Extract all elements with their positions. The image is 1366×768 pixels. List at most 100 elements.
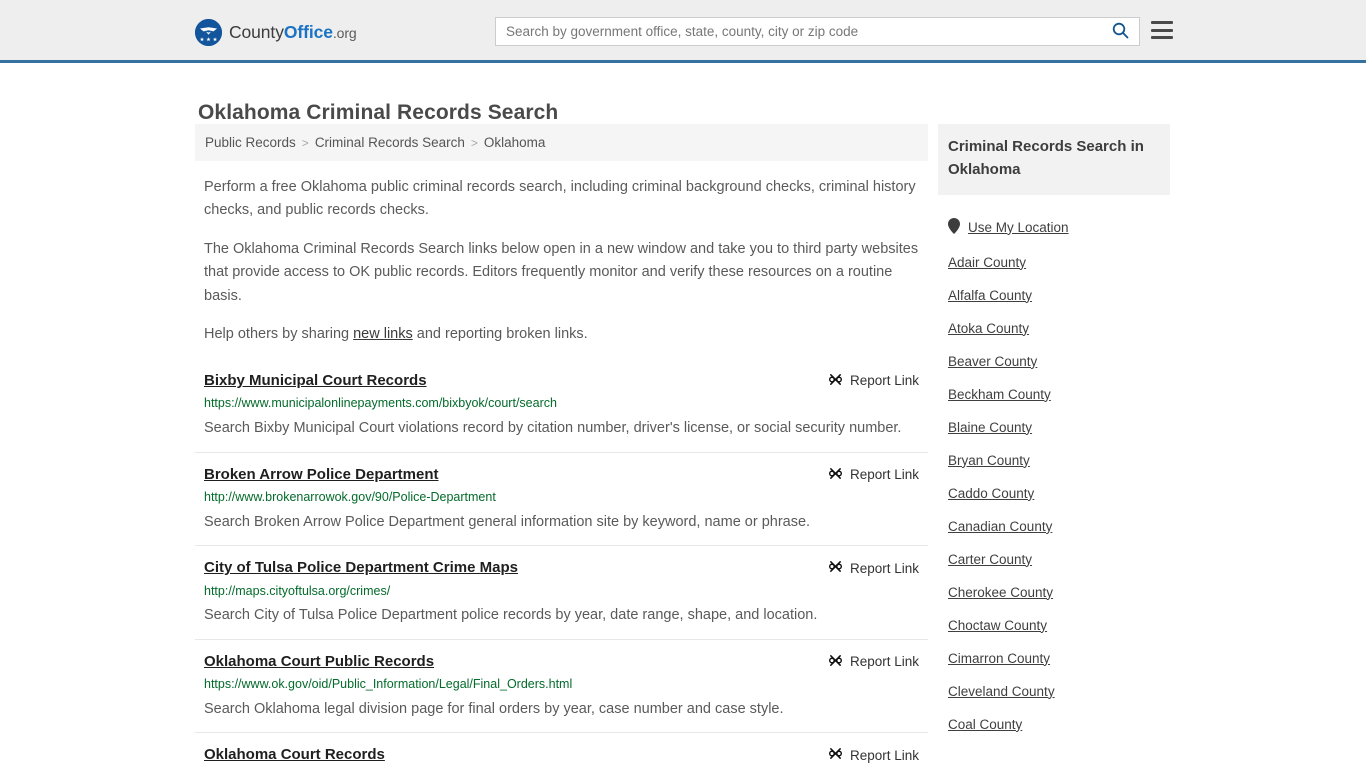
- result-url[interactable]: http://www.brokenarrowok.gov/90/Police-D…: [204, 490, 919, 506]
- result-description: Search Bixby Municipal Court violations …: [204, 420, 902, 437]
- county-link[interactable]: Coal County: [948, 717, 1022, 732]
- sidebar-item-use-my-location[interactable]: Use My Location: [938, 209, 1170, 246]
- result-item: Bixby Municipal Court Records Report Lin…: [195, 371, 928, 452]
- intro-paragraph-2: The Oklahoma Criminal Records Search lin…: [204, 240, 919, 304]
- county-link[interactable]: Bryan County: [948, 453, 1030, 468]
- result-item: City of Tulsa Police Department Crime Ma…: [195, 545, 928, 639]
- result-url[interactable]: http://maps.cityoftulsa.org/crimes/: [204, 584, 919, 600]
- county-link[interactable]: Atoka County: [948, 321, 1029, 336]
- intro-p3-suffix: and reporting broken links.: [412, 326, 588, 343]
- sidebar-item-county[interactable]: Caddo County: [938, 477, 1170, 510]
- search-button[interactable]: [1101, 18, 1139, 45]
- eagle-shield-logo-icon: [195, 19, 222, 46]
- sidebar-item-county[interactable]: Cleveland County: [938, 675, 1170, 708]
- result-header: City of Tulsa Police Department Crime Ma…: [204, 558, 919, 578]
- hamburger-menu-icon[interactable]: [1151, 21, 1173, 39]
- use-my-location-link[interactable]: Use My Location: [968, 220, 1069, 235]
- result-item: Oklahoma Court Records Report Link http:…: [195, 732, 928, 768]
- sidebar-item-county[interactable]: Adair County: [938, 246, 1170, 279]
- sidebar-item-county[interactable]: Beckham County: [938, 378, 1170, 411]
- main-content: Public Records > Criminal Records Search…: [195, 124, 928, 768]
- result-title-link[interactable]: City of Tulsa Police Department Crime Ma…: [204, 558, 518, 578]
- county-link[interactable]: Beaver County: [948, 354, 1037, 369]
- intro-paragraph-3: Help others by sharing new links and rep…: [204, 323, 919, 346]
- logo-wordmark: CountyOffice.org: [229, 22, 357, 43]
- logo-text-org: .org: [332, 25, 357, 41]
- breadcrumb-separator-icon: >: [470, 135, 478, 150]
- county-link[interactable]: Choctaw County: [948, 618, 1047, 633]
- result-header: Oklahoma Court Records Report Link: [204, 745, 919, 765]
- broken-link-icon: [828, 746, 843, 764]
- report-link-button[interactable]: Report Link: [828, 559, 919, 577]
- result-header: Oklahoma Court Public Records Report Lin…: [204, 652, 919, 672]
- result-title-link[interactable]: Bixby Municipal Court Records: [204, 371, 427, 391]
- intro-section: Perform a free Oklahoma public criminal …: [195, 176, 928, 347]
- county-link[interactable]: Cimarron County: [948, 651, 1050, 666]
- breadcrumb: Public Records > Criminal Records Search…: [195, 124, 928, 161]
- sidebar-item-county[interactable]: Blaine County: [938, 411, 1170, 444]
- result-url[interactable]: https://www.ok.gov/oid/Public_Informatio…: [204, 677, 919, 693]
- county-link[interactable]: Blaine County: [948, 420, 1032, 435]
- broken-link-icon: [828, 372, 843, 390]
- intro-p3-prefix: Help others by sharing: [204, 326, 354, 343]
- breadcrumb-separator-icon: >: [301, 135, 309, 150]
- county-link[interactable]: Cleveland County: [948, 684, 1055, 699]
- result-description: Search Broken Arrow Police Department ge…: [204, 513, 811, 530]
- logo-text-office: Office: [283, 22, 333, 42]
- search-bar: [495, 17, 1140, 46]
- report-link-label: Report Link: [849, 467, 919, 483]
- sidebar-item-county[interactable]: Alfalfa County: [938, 279, 1170, 312]
- county-link[interactable]: Adair County: [948, 255, 1026, 270]
- result-description: Search City of Tulsa Police Department p…: [204, 607, 818, 624]
- search-input[interactable]: [496, 18, 1101, 45]
- result-title-link[interactable]: Oklahoma Court Records: [204, 745, 385, 765]
- site-header: CountyOffice.org: [0, 0, 1366, 63]
- results-list: Bixby Municipal Court Records Report Lin…: [195, 371, 928, 768]
- intro-paragraph-1: Perform a free Oklahoma public criminal …: [204, 179, 916, 219]
- breadcrumb-item-oklahoma: Oklahoma: [483, 135, 546, 150]
- sidebar-item-county[interactable]: Carter County: [938, 543, 1170, 576]
- page-title: Oklahoma Criminal Records Search: [198, 101, 559, 125]
- sidebar-item-county[interactable]: Coal County: [938, 708, 1170, 741]
- hamburger-bar: [1151, 28, 1173, 32]
- sidebar-county-list: Use My Location Adair County Alfalfa Cou…: [938, 209, 1170, 741]
- new-links-link[interactable]: new links: [353, 326, 413, 342]
- county-link[interactable]: Alfalfa County: [948, 288, 1032, 303]
- broken-link-icon: [828, 653, 843, 671]
- breadcrumb-item-criminal-records-search[interactable]: Criminal Records Search: [315, 135, 465, 150]
- county-link[interactable]: Caddo County: [948, 486, 1034, 501]
- sidebar-title: Criminal Records Search in Oklahoma: [938, 124, 1170, 195]
- report-link-label: Report Link: [849, 373, 919, 389]
- sidebar-item-county[interactable]: Beaver County: [938, 345, 1170, 378]
- report-link-label: Report Link: [849, 654, 919, 670]
- report-link-button[interactable]: Report Link: [828, 746, 919, 764]
- map-pin-icon: [948, 217, 960, 237]
- result-title-link[interactable]: Broken Arrow Police Department: [204, 465, 439, 485]
- sidebar-item-county[interactable]: Bryan County: [938, 444, 1170, 477]
- sidebar-item-county[interactable]: Choctaw County: [938, 609, 1170, 642]
- sidebar-item-county[interactable]: Canadian County: [938, 510, 1170, 543]
- sidebar-item-county[interactable]: Atoka County: [938, 312, 1170, 345]
- result-header: Bixby Municipal Court Records Report Lin…: [204, 371, 919, 391]
- result-url[interactable]: https://www.municipalonlinepayments.com/…: [204, 396, 919, 412]
- report-link-button[interactable]: Report Link: [828, 653, 919, 671]
- county-link[interactable]: Cherokee County: [948, 585, 1053, 600]
- result-item: Broken Arrow Police Department Report Li…: [195, 451, 928, 546]
- county-link[interactable]: Beckham County: [948, 387, 1051, 402]
- search-icon: [1112, 22, 1129, 42]
- hamburger-bar: [1151, 21, 1173, 24]
- result-description: Search Oklahoma legal division page for …: [204, 700, 784, 717]
- report-link-label: Report Link: [849, 560, 919, 576]
- county-link[interactable]: Canadian County: [948, 519, 1052, 534]
- report-link-button[interactable]: Report Link: [828, 372, 919, 390]
- report-link-button[interactable]: Report Link: [828, 466, 919, 484]
- broken-link-icon: [828, 466, 843, 484]
- breadcrumb-item-public-records[interactable]: Public Records: [205, 135, 296, 150]
- result-title-link[interactable]: Oklahoma Court Public Records: [204, 652, 434, 672]
- report-link-label: Report Link: [849, 747, 919, 763]
- logo-text-county: County: [229, 22, 284, 42]
- county-link[interactable]: Carter County: [948, 552, 1032, 567]
- sidebar-item-county[interactable]: Cimarron County: [938, 642, 1170, 675]
- site-logo[interactable]: CountyOffice.org: [195, 19, 357, 46]
- sidebar-item-county[interactable]: Cherokee County: [938, 576, 1170, 609]
